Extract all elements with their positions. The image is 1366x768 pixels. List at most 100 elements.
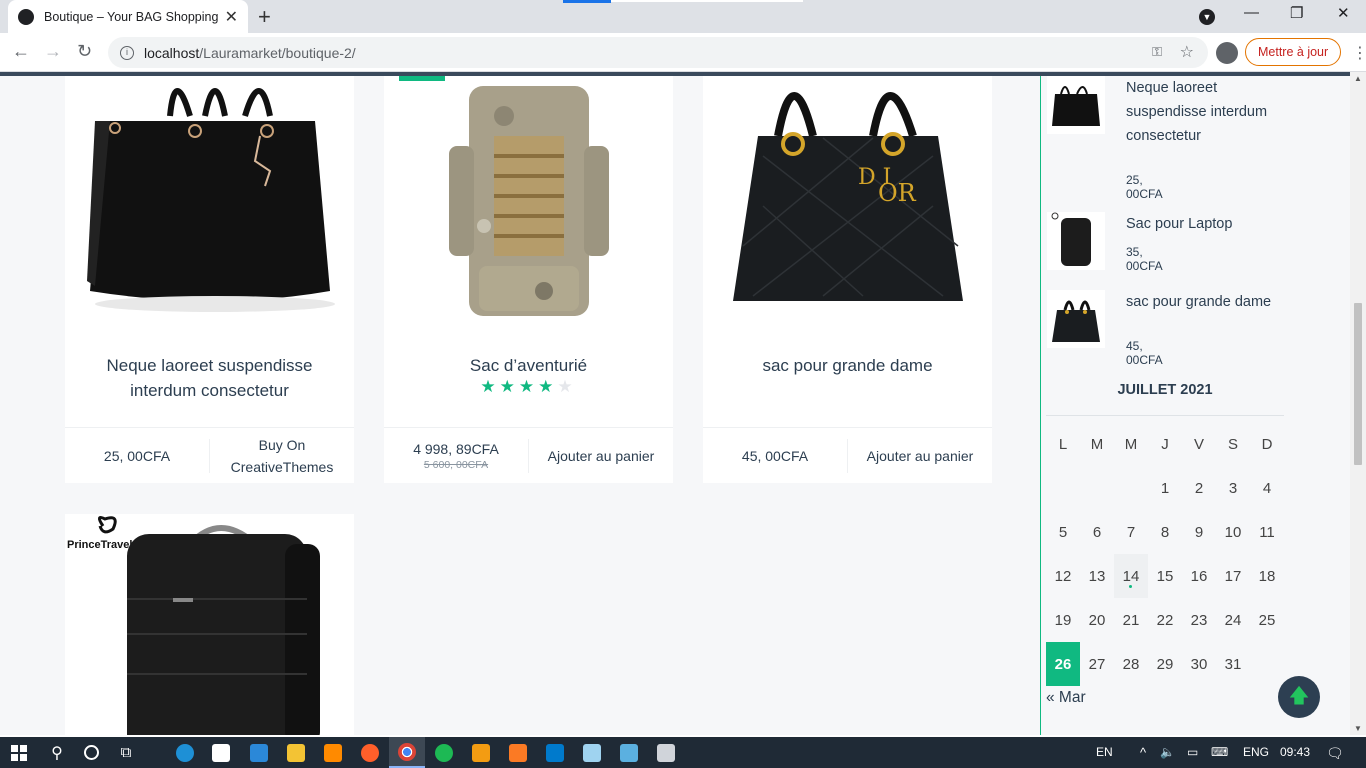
windows-start-icon[interactable] (6, 737, 32, 768)
control-panel-icon[interactable] (616, 737, 642, 768)
calendar-day[interactable]: 28 (1114, 642, 1148, 686)
menu-icon[interactable]: ⋮ (1352, 43, 1366, 63)
calendar-day[interactable]: 19 (1046, 598, 1080, 642)
product-image[interactable] (65, 76, 354, 336)
mail-icon[interactable] (246, 737, 272, 768)
calendar-day[interactable]: 2 (1182, 466, 1216, 510)
scroll-up-icon[interactable]: ▲ (1354, 74, 1362, 83)
calendar-day[interactable]: 10 (1216, 510, 1250, 554)
calendar-day[interactable]: 4 (1250, 466, 1284, 510)
calendar-day[interactable]: 30 (1182, 642, 1216, 686)
close-tab-icon[interactable]: ✕ (225, 7, 238, 27)
calendar-day[interactable]: 25 (1250, 598, 1284, 642)
calendar-day[interactable]: 24 (1216, 598, 1250, 642)
tab-search-icon[interactable]: ▼ (1199, 9, 1215, 25)
bookmark-star-icon[interactable]: ☆ (1180, 42, 1194, 62)
back-icon[interactable]: ← (12, 41, 30, 62)
notification-icon[interactable]: 🗨 (1326, 745, 1344, 762)
previous-month-link[interactable]: « Mar (1046, 689, 1086, 707)
calendar-day[interactable]: 20 (1080, 598, 1114, 642)
keyboard-icon[interactable]: ⌨ (1211, 745, 1228, 759)
edge-icon[interactable] (172, 737, 198, 768)
product-title[interactable]: sac pour grande dame (703, 353, 992, 378)
product-image[interactable] (384, 76, 673, 336)
product-title[interactable]: Neque laoreet suspendisse interdum conse… (65, 353, 354, 403)
site-info-icon[interactable]: i (120, 45, 134, 60)
calendar-day[interactable]: 13 (1080, 554, 1114, 598)
vscode-icon[interactable] (542, 737, 568, 768)
minimize-icon[interactable]: — (1244, 4, 1259, 21)
calculator-icon[interactable] (653, 737, 679, 768)
notepad-icon[interactable] (579, 737, 605, 768)
calendar-day[interactable]: 29 (1148, 642, 1182, 686)
volume-icon[interactable]: 🔈 (1160, 745, 1175, 759)
calendar-day[interactable]: 3 (1216, 466, 1250, 510)
maximize-icon[interactable]: ❐ (1290, 4, 1303, 22)
recent-product-name[interactable]: sac pour grande dame (1126, 290, 1276, 314)
calendar-day[interactable]: 11 (1250, 510, 1284, 554)
forward-icon[interactable]: → (44, 41, 62, 62)
close-window-icon[interactable]: ✕ (1337, 4, 1350, 22)
calendar-day[interactable]: 7 (1114, 510, 1148, 554)
input-method[interactable]: ENG (1243, 745, 1269, 759)
calendar-day[interactable]: 6 (1080, 510, 1114, 554)
reload-icon[interactable]: ↻ (77, 41, 92, 62)
add-to-cart-button[interactable]: Ajouter au panier (529, 445, 673, 467)
product-title[interactable]: Sac d’aventurié (384, 353, 673, 378)
calendar-day[interactable]: 21 (1114, 598, 1148, 642)
calendar-day[interactable]: 17 (1216, 554, 1250, 598)
recent-product-name[interactable]: Neque laoreet suspendisse interdum conse… (1126, 76, 1276, 148)
product-image[interactable]: D I OR (703, 76, 992, 336)
file-explorer-icon[interactable] (283, 737, 309, 768)
cortana-icon[interactable] (78, 737, 104, 768)
buy-on-button[interactable]: Buy On CreativeThemes (210, 434, 354, 478)
clock[interactable]: 09:43 (1280, 745, 1310, 759)
recent-product-thumbnail[interactable] (1047, 290, 1105, 348)
recent-product-name[interactable]: Sac pour Laptop (1126, 212, 1276, 236)
calendar-day[interactable]: 23 (1182, 598, 1216, 642)
recent-product-thumbnail[interactable] (1047, 76, 1105, 134)
recent-product-thumbnail[interactable] (1047, 212, 1105, 270)
product-image[interactable]: PrinceTravel (65, 514, 354, 735)
add-to-cart-button[interactable]: Ajouter au panier (848, 445, 992, 467)
address-bar[interactable]: i localhost/Lauramarket/boutique-2/ ⚿ ☆ (108, 37, 1208, 68)
xampp-icon[interactable] (505, 737, 531, 768)
app-orange-icon[interactable] (468, 737, 494, 768)
calendar-week: 1234 (1046, 466, 1284, 510)
calendar-day[interactable]: 26 (1046, 642, 1080, 686)
battery-icon[interactable]: ▭ (1187, 745, 1198, 759)
page-scrollbar[interactable]: ▲ ▼ (1350, 72, 1366, 735)
update-button[interactable]: Mettre à jour (1245, 38, 1342, 66)
product-footer: 4 998, 89CFA 5 600, 00CFA Ajouter au pan… (384, 427, 673, 483)
calendar-day[interactable]: 9 (1182, 510, 1216, 554)
calendar-day[interactable]: 31 (1216, 642, 1250, 686)
calendar-day[interactable]: 18 (1250, 554, 1284, 598)
firefox-icon[interactable] (357, 737, 383, 768)
calendar-day[interactable]: 22 (1148, 598, 1182, 642)
calendar-day[interactable]: 27 (1080, 642, 1114, 686)
tray-chevron-icon[interactable]: ^ (1140, 745, 1146, 760)
calendar-day[interactable]: 14 (1114, 554, 1148, 598)
calendar-day[interactable]: 12 (1046, 554, 1080, 598)
recent-product-price: 35, 00CFA (1126, 245, 1163, 273)
chrome-icon[interactable] (389, 737, 425, 768)
calendar-day[interactable]: 1 (1148, 466, 1182, 510)
key-icon[interactable]: ⚿ (1152, 44, 1162, 60)
store-icon[interactable] (208, 737, 234, 768)
language-indicator[interactable]: EN (1096, 745, 1113, 759)
search-icon[interactable]: ⚲ (44, 737, 70, 768)
browser-tab[interactable]: Boutique – Your BAG Shopping ✕ (8, 0, 248, 33)
calendar-day[interactable]: 5 (1046, 510, 1080, 554)
new-tab-icon[interactable]: + (258, 4, 271, 30)
calendar-day[interactable]: 8 (1148, 510, 1182, 554)
scroll-to-top-button[interactable]: 🡅 (1278, 676, 1320, 718)
profile-avatar-icon[interactable] (1216, 42, 1238, 64)
browser-tab-bar: Boutique – Your BAG Shopping ✕ + ▼ — ❐ ✕ (0, 0, 1366, 33)
task-view-icon[interactable]: ⧉ (113, 737, 139, 768)
calendar-day[interactable]: 16 (1182, 554, 1216, 598)
sublime-icon[interactable] (320, 737, 346, 768)
spotify-icon[interactable] (431, 737, 457, 768)
scrollbar-thumb[interactable] (1354, 303, 1362, 465)
calendar-day[interactable]: 15 (1148, 554, 1182, 598)
scroll-down-icon[interactable]: ▼ (1354, 724, 1362, 733)
